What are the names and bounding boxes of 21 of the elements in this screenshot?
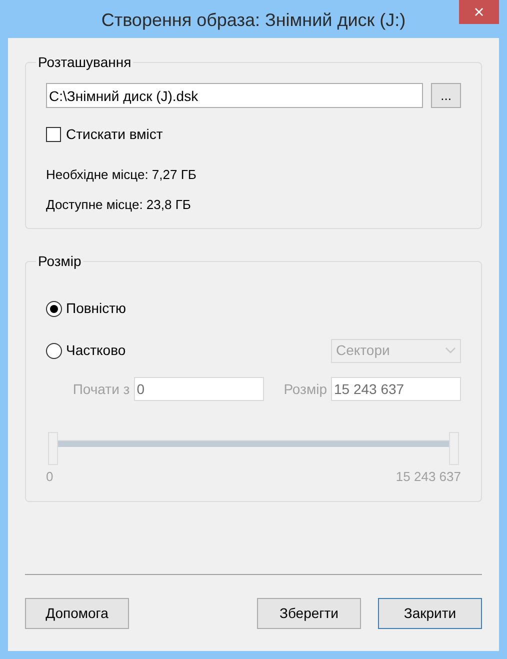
size-label: Розмір xyxy=(284,380,327,399)
checkbox-label: Стискати вміст xyxy=(66,125,163,144)
chevron-down-icon xyxy=(445,347,456,354)
slider-handle[interactable] xyxy=(48,432,58,465)
dialog-button[interactable]: Зберегти xyxy=(257,598,361,628)
browse-button[interactable]: ... xyxy=(431,83,461,108)
start-label: Почати з xyxy=(72,380,130,398)
range-slider[interactable] xyxy=(48,432,459,465)
available-space-text: Доступне місце: 23,8 ГБ xyxy=(46,196,192,214)
path-field[interactable]: C:\Знімний диск (J).dsk xyxy=(46,83,424,108)
dialog-button[interactable]: Допомога xyxy=(25,598,129,628)
slider-handle[interactable] xyxy=(449,432,459,465)
range-min-label: 0 xyxy=(46,468,54,486)
radio-label: Повністю xyxy=(66,299,126,318)
range-max-label: 15 243 637 xyxy=(396,468,461,486)
radio-label: Частково xyxy=(66,341,126,360)
dialog-button[interactable]: Закрити xyxy=(378,598,482,628)
required-space-text: Необхідне місце: 7,27 ГБ xyxy=(46,166,198,184)
checkbox[interactable] xyxy=(46,127,61,142)
window-title: Створення образа: Знімний диск (J:) xyxy=(101,9,406,32)
close-button[interactable]: × xyxy=(459,0,499,24)
